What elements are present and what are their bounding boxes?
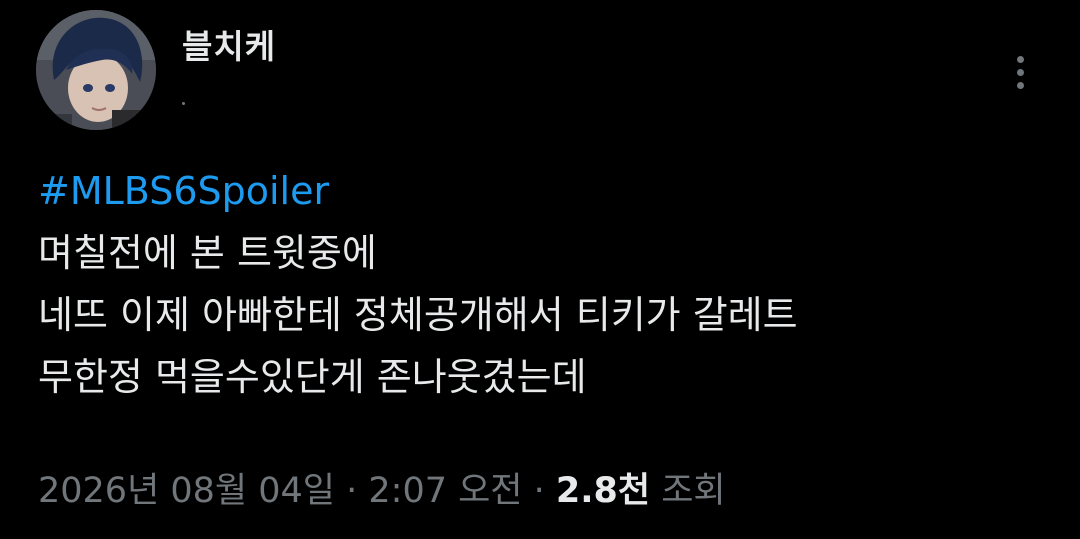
tweet-text-line: 무한정 먹을수있단게 존나웃겼는데 — [38, 355, 587, 399]
avatar[interactable] — [36, 10, 156, 130]
more-options-button[interactable] — [1004, 52, 1036, 92]
tweet-text-line: 네뜨 이제 아빠한테 정체공개해서 티키가 갈레트 — [38, 293, 798, 337]
tweet-text: #MLBS6Spoiler 며칠전에 본 트윗중에 네뜨 이제 아빠한테 정체공… — [38, 160, 1048, 408]
meta-separator: · — [522, 471, 556, 511]
more-vertical-icon — [1016, 55, 1024, 63]
views-label: 조회 — [650, 471, 726, 511]
handle-placeholder — [182, 102, 185, 105]
tweet-text-line: 며칠전에 본 트윗중에 — [38, 231, 377, 275]
hashtag-link[interactable]: #MLBS6Spoiler — [38, 160, 1048, 222]
meta-separator: · — [335, 471, 369, 511]
tweet-time[interactable]: 2:07 오전 — [368, 471, 522, 511]
avatar-image — [36, 10, 156, 130]
more-vertical-icon-dot — [1016, 68, 1024, 76]
views-count[interactable]: 2.8천 — [556, 471, 650, 511]
tweet-date[interactable]: 2026년 08월 04일 — [38, 471, 335, 511]
more-vertical-icon-dot — [1016, 81, 1024, 89]
tweet: 블치케 #MLBS6Spoiler 며칠전에 본 트윗중에 네뜨 이제 아빠한테… — [0, 0, 1080, 539]
tweet-meta: 2026년 08월 04일 · 2:07 오전 · 2.8천 조회 — [38, 462, 726, 513]
author-display-name[interactable]: 블치케 — [182, 20, 276, 68]
